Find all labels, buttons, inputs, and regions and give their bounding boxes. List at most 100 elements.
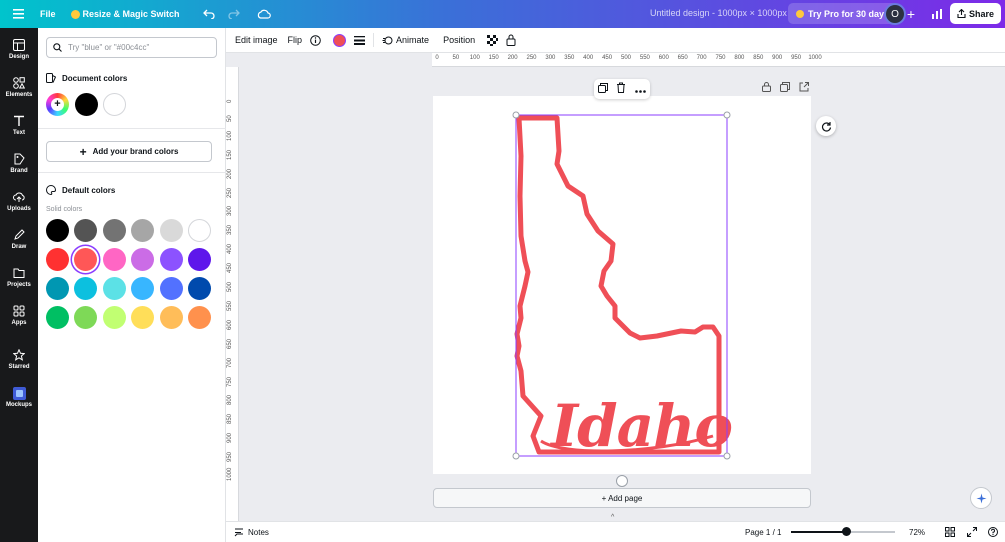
color-swatch[interactable]: [131, 277, 155, 300]
color-swatch[interactable]: [102, 306, 126, 329]
ruler-tick-label: 750: [715, 55, 726, 61]
document-color-swatch[interactable]: [103, 93, 126, 116]
color-swatch[interactable]: [159, 248, 183, 271]
color-swatch[interactable]: [131, 248, 155, 271]
ruler-tick-label: 200: [507, 55, 518, 61]
file-menu-button[interactable]: File: [34, 3, 62, 25]
color-swatch[interactable]: [74, 248, 98, 271]
rail-item-apps[interactable]: Apps: [0, 296, 38, 334]
color-swatch[interactable]: [159, 277, 183, 300]
color-swatch[interactable]: [74, 219, 98, 242]
color-swatch[interactable]: [102, 248, 126, 271]
add-collaborator-icon[interactable]: +: [900, 3, 922, 25]
resize-handle[interactable]: [723, 111, 731, 119]
position-button[interactable]: Position: [439, 30, 479, 50]
rail-item-draw[interactable]: Draw: [0, 220, 38, 258]
add-page-icon[interactable]: [797, 80, 811, 94]
color-swatch[interactable]: [131, 306, 155, 329]
elements-icon: [12, 76, 26, 90]
more-options-icon[interactable]: [635, 82, 646, 96]
rail-item-elements[interactable]: Elements: [0, 68, 38, 106]
crown-icon: [796, 9, 804, 18]
mockups-icon: [12, 386, 26, 400]
fullscreen-icon[interactable]: [967, 527, 977, 539]
document-title[interactable]: Untitled design - 1000px × 1000px: [650, 8, 787, 18]
edit-image-button[interactable]: Edit image: [231, 30, 282, 50]
rotate-refresh-button[interactable]: [816, 116, 836, 136]
color-swatch[interactable]: [187, 219, 211, 242]
add-page-button[interactable]: + Add page: [433, 488, 811, 508]
lock-icon[interactable]: [502, 30, 520, 50]
default-colors-heading: Default colors: [46, 185, 115, 195]
lock-page-icon[interactable]: [759, 80, 773, 94]
rotate-handle[interactable]: [616, 475, 628, 487]
ruler-tick-label: 1000: [808, 55, 822, 61]
color-swatch[interactable]: [74, 277, 98, 300]
insights-icon[interactable]: [926, 3, 948, 25]
document-color-swatch[interactable]: [75, 93, 98, 116]
color-swatch[interactable]: [102, 277, 126, 300]
color-swatch[interactable]: [74, 306, 98, 329]
resize-handle[interactable]: [512, 111, 520, 119]
menu-icon[interactable]: [7, 3, 29, 25]
ruler-tick-label: 300: [545, 55, 556, 61]
color-swatch[interactable]: [46, 277, 69, 300]
color-swatch[interactable]: [187, 277, 211, 300]
color-swatch[interactable]: [46, 248, 69, 271]
color-swatch[interactable]: [159, 306, 183, 329]
rail-item-starred[interactable]: Starred: [0, 340, 38, 378]
design-canvas[interactable]: Idaho: [433, 96, 811, 474]
animate-label: Animate: [396, 35, 430, 45]
color-swatch[interactable]: [131, 219, 155, 242]
vertical-ruler: 0 50 100 150 200 250 300 350 400 450 500 550 600 650 7…: [226, 67, 239, 542]
ruler-tick-label: 900: [772, 55, 783, 61]
apps-icon: [12, 304, 26, 318]
color-swatch[interactable]: [187, 248, 211, 271]
rail-item-brand[interactable]: Brand: [0, 144, 38, 182]
trash-icon[interactable]: [616, 82, 626, 96]
transparency-icon[interactable]: [483, 30, 502, 50]
share-button[interactable]: Share: [950, 3, 1001, 24]
magic-assistant-button[interactable]: [970, 487, 992, 509]
color-swatch[interactable]: [46, 306, 69, 329]
color-swatch[interactable]: [102, 219, 126, 242]
animate-button[interactable]: Animate: [378, 30, 433, 50]
border-style-icon[interactable]: [350, 30, 369, 50]
color-swatch[interactable]: [46, 219, 69, 242]
rail-item-projects[interactable]: Projects: [0, 258, 38, 296]
color-swatch[interactable]: [159, 219, 183, 242]
resize-handle[interactable]: [512, 452, 520, 460]
color-search-input[interactable]: Try "blue" or "#00c4cc": [46, 37, 217, 58]
undo-icon[interactable]: [198, 3, 220, 25]
color-swatch[interactable]: [187, 306, 211, 329]
resize-magic-switch-button[interactable]: Resize & Magic Switch: [65, 3, 186, 25]
ruler-tick-label: 800: [734, 55, 745, 61]
ruler-tick-label: 850: [753, 55, 764, 61]
rail-item-design[interactable]: Design: [0, 30, 38, 68]
zoom-slider-thumb[interactable]: [842, 527, 852, 536]
zoom-slider[interactable]: [791, 527, 895, 536]
refresh-icon: [821, 121, 831, 132]
grid-view-icon[interactable]: [945, 527, 955, 539]
page-indicator[interactable]: Page 1 / 1: [745, 528, 781, 537]
notes-button[interactable]: Notes: [234, 528, 269, 537]
color-button[interactable]: [329, 30, 350, 50]
try-pro-button[interactable]: Try Pro for 30 days: [788, 3, 898, 24]
resize-handle[interactable]: [723, 452, 731, 460]
text-icon: [12, 114, 26, 128]
duplicate-page-icon[interactable]: [778, 80, 792, 94]
add-brand-colors-button[interactable]: + Add your brand colors: [46, 141, 212, 162]
collapse-chevron-icon[interactable]: ^: [611, 514, 614, 521]
zoom-level[interactable]: 72%: [909, 528, 925, 537]
rail-item-mockups[interactable]: Mockups: [0, 378, 38, 416]
cloud-save-icon[interactable]: [253, 3, 275, 25]
rail-item-text[interactable]: Text: [0, 106, 38, 144]
idaho-artwork[interactable]: Idaho: [433, 96, 811, 474]
info-icon[interactable]: [306, 30, 325, 50]
redo-icon[interactable]: [223, 3, 245, 25]
help-icon[interactable]: [988, 527, 998, 539]
flip-button[interactable]: Flip: [284, 30, 307, 50]
rail-item-uploads[interactable]: Uploads: [0, 182, 38, 220]
copy-icon[interactable]: [598, 82, 609, 96]
add-color-swatch[interactable]: +: [46, 93, 69, 116]
